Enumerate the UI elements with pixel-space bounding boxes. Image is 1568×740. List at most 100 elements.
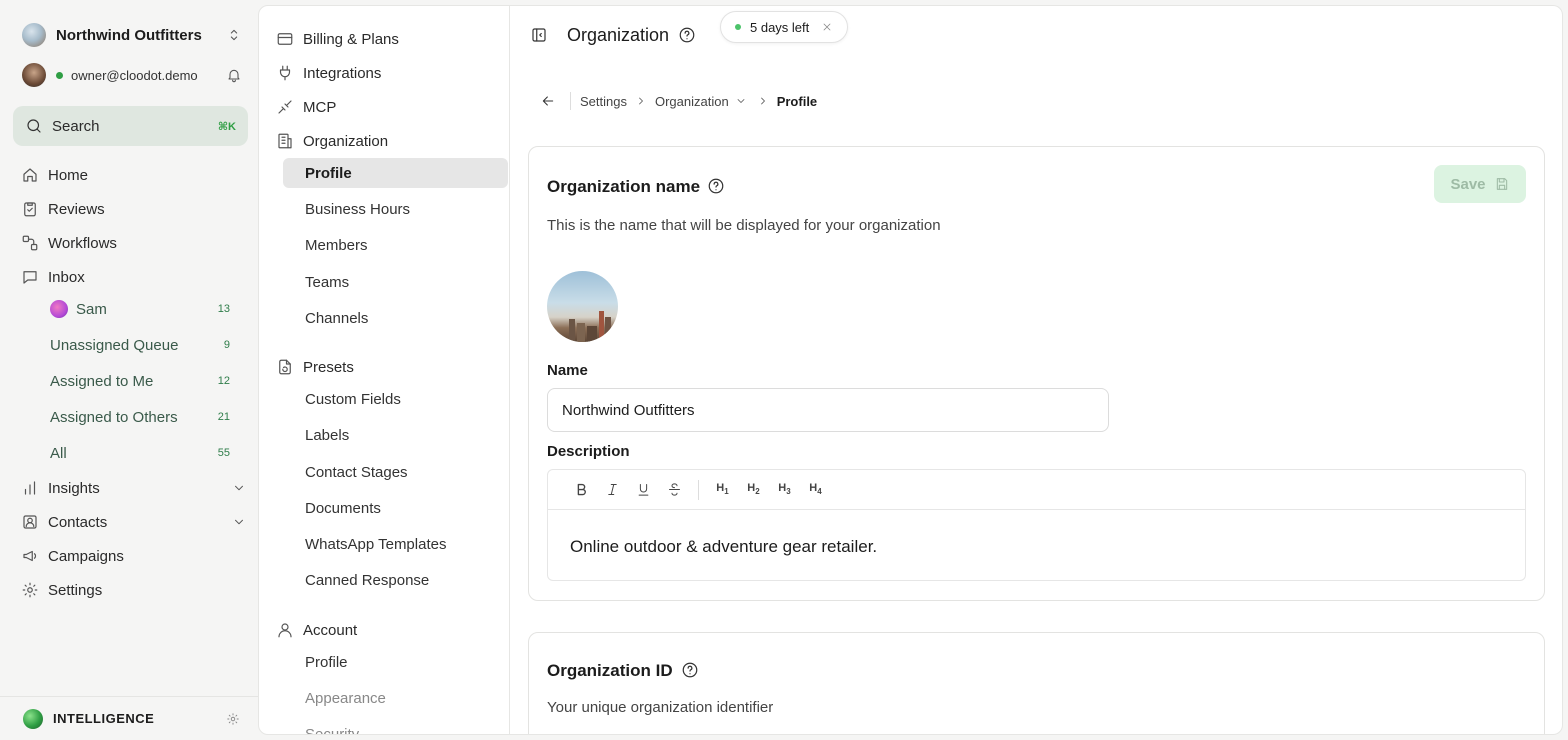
message-square-icon xyxy=(23,271,37,284)
online-status-dot xyxy=(56,71,63,79)
nav-campaigns[interactable]: Campaigns xyxy=(21,541,246,571)
settings-item-account-profile[interactable]: Profile xyxy=(283,647,508,677)
chevron-right-icon xyxy=(639,97,643,105)
sam-avatar xyxy=(50,300,68,318)
chevron-down-icon[interactable] xyxy=(232,515,246,529)
settings-item-whatsapp-templates[interactable]: WhatsApp Templates xyxy=(283,529,508,559)
save-button[interactable]: Save xyxy=(1434,165,1526,203)
search-icon xyxy=(27,119,41,133)
heading-4-button[interactable]: H4 xyxy=(800,476,831,504)
inbox-item-assigned-to-me[interactable]: Assigned to Me 12 xyxy=(50,366,230,396)
settings-item-channels[interactable]: Channels xyxy=(283,303,508,333)
home-icon xyxy=(23,168,37,182)
sidebar-toggle-icon[interactable] xyxy=(530,26,548,44)
card-title: Organization name xyxy=(547,177,701,196)
trial-status-dot xyxy=(735,24,741,30)
nav-reviews[interactable]: Reviews xyxy=(21,194,246,224)
inbox-item-count: 21 xyxy=(217,411,230,423)
underline-button[interactable] xyxy=(628,476,659,504)
intelligence-label: INTELLIGENCE xyxy=(53,711,155,726)
nav-campaigns-label: Campaigns xyxy=(48,547,124,565)
inbox-item-assigned-to-others[interactable]: Assigned to Others 21 xyxy=(50,402,230,432)
settings-account-label: Account xyxy=(303,621,358,639)
user-email: owner@cloodot.demo xyxy=(71,67,198,83)
organization-name-input[interactable] xyxy=(547,388,1109,432)
name-field-label: Name xyxy=(547,362,588,379)
nav-contacts[interactable]: Contacts xyxy=(21,507,246,537)
description-field-label: Description xyxy=(547,443,630,460)
user-profile[interactable]: owner@cloodot.demo xyxy=(22,62,242,88)
credit-card-icon xyxy=(277,33,293,45)
settings-item-teams[interactable]: Teams xyxy=(283,267,508,297)
chevron-down-icon[interactable] xyxy=(232,481,246,495)
megaphone-icon xyxy=(23,550,37,562)
settings-presets-label: Presets xyxy=(303,358,354,376)
strikethrough-icon xyxy=(669,483,680,496)
inbox-item-label: Sam xyxy=(76,300,107,318)
nav-insights[interactable]: Insights xyxy=(21,473,246,503)
editor-toolbar: H1 H2 H3 H4 xyxy=(548,470,1525,510)
gear-icon[interactable] xyxy=(226,712,240,726)
settings-account[interactable]: Account xyxy=(276,617,357,643)
heading-3-label: H3 xyxy=(778,482,791,497)
arrow-left-icon[interactable] xyxy=(540,93,556,109)
settings-item-members[interactable]: Members xyxy=(283,230,508,260)
organization-name-card: Organization name Save This is the name … xyxy=(528,146,1545,601)
search-button[interactable]: Search ⌘K xyxy=(13,106,248,146)
heading-2-button[interactable]: H2 xyxy=(738,476,769,504)
nav-insights-label: Insights xyxy=(48,479,100,497)
breadcrumb-current: Profile xyxy=(776,93,818,109)
bell-icon[interactable] xyxy=(226,67,242,83)
nav-settings[interactable]: Settings xyxy=(21,575,246,605)
nav-workflows[interactable]: Workflows xyxy=(21,228,246,258)
close-icon[interactable] xyxy=(821,21,833,33)
settings-item-documents[interactable]: Documents xyxy=(283,493,508,523)
clipboard-check-icon xyxy=(24,202,36,217)
nav-inbox[interactable]: Inbox xyxy=(21,262,246,292)
settings-item-security[interactable]: Security xyxy=(283,719,508,735)
breadcrumb-divider xyxy=(570,92,571,110)
settings-integrations-label: Integrations xyxy=(303,64,382,82)
trial-label: 5 days left xyxy=(750,19,810,35)
breadcrumb-settings[interactable]: Settings xyxy=(580,94,627,109)
inbox-item-unassigned[interactable]: Unassigned Queue 9 xyxy=(50,330,230,360)
workspace-switcher[interactable]: Northwind Outfitters xyxy=(22,22,242,48)
nav-home[interactable]: Home xyxy=(21,160,246,190)
heading-3-button[interactable]: H3 xyxy=(769,476,800,504)
help-circle-icon[interactable] xyxy=(707,177,725,195)
settings-item-business-hours[interactable]: Business Hours xyxy=(283,194,508,224)
trial-badge[interactable]: 5 days left xyxy=(720,11,849,43)
chevron-right-icon xyxy=(760,97,765,105)
inbox-item-all[interactable]: All 55 xyxy=(50,438,230,468)
settings-item-custom-fields[interactable]: Custom Fields xyxy=(283,384,508,414)
chevron-down-icon[interactable] xyxy=(735,95,747,107)
settings-item-canned-response[interactable]: Canned Response xyxy=(283,565,508,595)
settings-integrations[interactable]: Integrations xyxy=(276,60,381,86)
help-circle-icon[interactable] xyxy=(678,26,696,44)
settings-organization[interactable]: Organization xyxy=(276,128,388,154)
help-circle-icon[interactable] xyxy=(681,661,699,679)
inbox-item-sam[interactable]: Sam 13 xyxy=(50,294,230,324)
settings-mcp[interactable]: MCP xyxy=(276,94,336,120)
city-skyline-image xyxy=(569,311,611,342)
settings-presets[interactable]: Presets xyxy=(276,354,354,380)
settings-billing[interactable]: Billing & Plans xyxy=(276,26,399,52)
strikethrough-button[interactable] xyxy=(659,476,690,504)
description-editor[interactable]: H1 H2 H3 H4 Online outdoor & adventure g… xyxy=(547,469,1526,581)
mcp-connector-icon xyxy=(278,100,292,114)
heading-1-button[interactable]: H1 xyxy=(707,476,738,504)
breadcrumb-organization[interactable]: Organization xyxy=(655,94,729,109)
plug-icon xyxy=(279,65,291,81)
bold-button[interactable] xyxy=(566,476,597,504)
settings-item-labels[interactable]: Labels xyxy=(283,420,508,450)
underline-icon xyxy=(638,484,649,496)
settings-item-appearance[interactable]: Appearance xyxy=(283,683,508,713)
organization-logo[interactable] xyxy=(547,271,618,342)
inbox-item-label: Unassigned Queue xyxy=(50,336,179,354)
description-text[interactable]: Online outdoor & adventure gear retailer… xyxy=(548,510,1525,584)
intelligence-bar[interactable]: INTELLIGENCE xyxy=(0,696,258,740)
organization-id-card: Organization ID Your unique organization… xyxy=(528,632,1545,734)
italic-button[interactable] xyxy=(597,476,628,504)
settings-item-contact-stages[interactable]: Contact Stages xyxy=(283,457,508,487)
settings-item-profile[interactable]: Profile xyxy=(283,158,508,188)
